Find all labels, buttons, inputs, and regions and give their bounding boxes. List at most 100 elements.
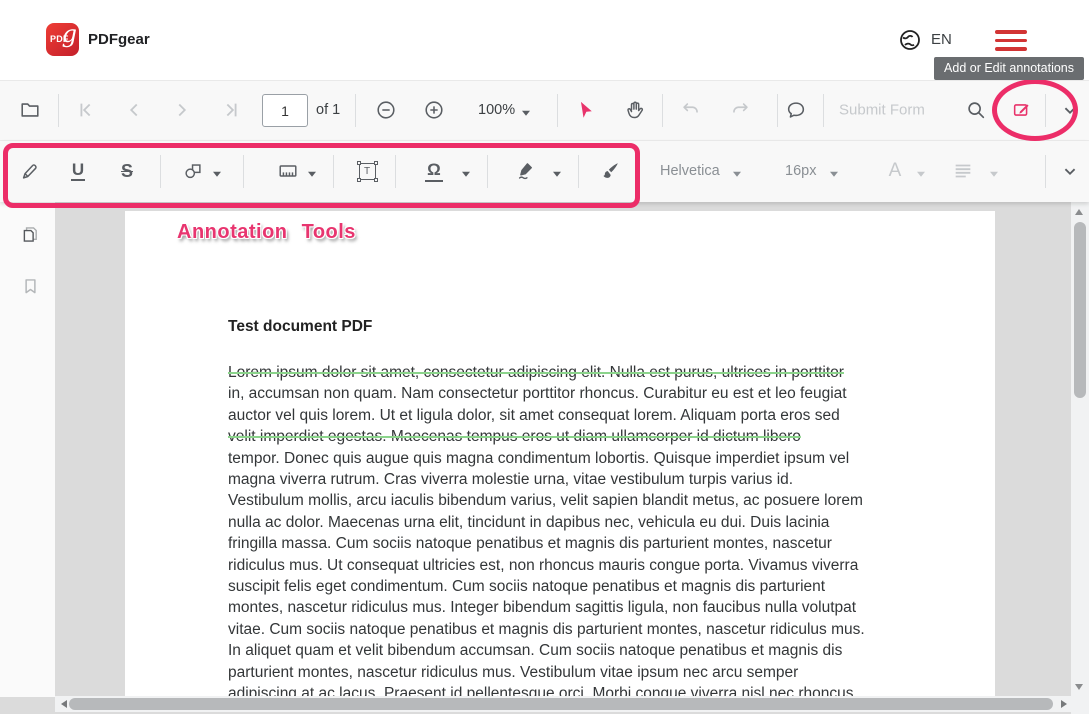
language-globe-icon[interactable] — [898, 28, 922, 52]
zoom-level-value[interactable]: 100% — [478, 102, 515, 118]
page-number-input[interactable] — [262, 94, 308, 127]
divider — [557, 94, 558, 127]
font-color-caret-icon[interactable] — [917, 164, 925, 182]
divider — [243, 155, 244, 188]
font-color-icon[interactable]: A — [881, 157, 909, 185]
search-icon[interactable] — [962, 96, 990, 124]
page-thumbnails-icon[interactable] — [17, 221, 43, 247]
scroll-up-arrow-icon[interactable] — [1075, 209, 1083, 215]
app-header: PDF g PDFgear EN — [0, 0, 1089, 81]
pdfgear-logo-icon: PDF g — [46, 23, 79, 56]
doc-line: fringilla massa. Cum sociis natoque pena… — [228, 533, 900, 554]
text-align-icon[interactable] — [949, 157, 977, 185]
tooltip-add-edit-annotations: Add or Edit annotations — [934, 57, 1084, 80]
scroll-right-arrow-icon[interactable] — [1061, 700, 1067, 708]
left-sidebar — [0, 202, 55, 697]
zoom-in-icon[interactable] — [420, 96, 448, 124]
doc-line: In aliquet quam et velit bibendum accums… — [228, 640, 900, 661]
menu-hamburger-icon[interactable] — [995, 30, 1027, 51]
zoom-out-icon[interactable] — [372, 96, 400, 124]
main-toolbar: of 1 100% — [0, 81, 1089, 141]
doc-line: in, accumsan non quam. Nam consectetur p… — [228, 383, 900, 404]
zoom-dropdown-caret-icon[interactable] — [522, 103, 530, 121]
bookmarks-icon[interactable] — [17, 273, 43, 299]
font-family-caret-icon[interactable] — [733, 164, 741, 182]
submit-form-button[interactable]: Submit Form — [839, 102, 925, 119]
doc-line: suscipit felis eget condimentum. Cum soc… — [228, 576, 900, 597]
stamp-icon[interactable]: Ω — [420, 157, 448, 185]
doc-lines: Lorem ipsum dolor sit amet, consectetur … — [228, 362, 900, 697]
select-cursor-icon[interactable] — [572, 96, 600, 124]
previous-page-icon[interactable] — [120, 96, 148, 124]
font-size-caret-icon[interactable] — [830, 164, 838, 182]
underline-icon[interactable]: U — [64, 157, 92, 185]
font-family-select[interactable]: Helvetica — [660, 163, 720, 179]
signature-icon[interactable] — [512, 157, 540, 185]
edit-annotations-icon[interactable] — [1008, 96, 1036, 124]
divider — [487, 155, 488, 188]
doc-line: parturient montes, nascetur ridiculus mu… — [228, 662, 900, 683]
document-heading: Test document PDF — [228, 318, 372, 336]
divider — [355, 94, 356, 127]
doc-line: Vestibulum mollis, arcu iaculis bibendum… — [228, 490, 900, 511]
scroll-left-arrow-icon[interactable] — [61, 700, 67, 708]
stamp-dropdown-caret-icon[interactable] — [462, 164, 470, 182]
horizontal-scrollbar[interactable] — [55, 696, 1071, 712]
vertical-scrollbar-thumb[interactable] — [1074, 222, 1086, 398]
undo-icon[interactable] — [677, 96, 705, 124]
doc-line: magna viverra rutrum. Cras viverra moles… — [228, 469, 900, 490]
pdf-page[interactable]: Annotation Tools Test document PDF Lorem… — [125, 211, 995, 697]
annotation-tools-callout-text: Annotation Tools — [177, 221, 356, 244]
doc-line: tempor. Donec quis augue quis magna cond… — [228, 448, 900, 469]
divider — [395, 155, 396, 188]
divider — [1045, 155, 1046, 188]
app-title: PDFgear — [88, 31, 150, 48]
scrollbar-corner — [1071, 696, 1089, 714]
doc-line: montes, nascetur ridiculus mus. Integer … — [228, 597, 900, 618]
first-page-icon[interactable] — [72, 96, 100, 124]
redo-icon[interactable] — [726, 96, 754, 124]
shapes-icon[interactable] — [179, 157, 207, 185]
hand-pan-icon[interactable] — [621, 96, 649, 124]
horizontal-scrollbar-thumb[interactable] — [69, 698, 1053, 710]
doc-line: auctor vel quis lorem. Ut et ligula dolo… — [228, 405, 900, 426]
language-selector[interactable]: EN — [931, 31, 952, 48]
divider — [662, 94, 663, 127]
image-icon[interactable] — [274, 157, 302, 185]
highlighter-pen-icon[interactable] — [16, 157, 44, 185]
annotation-bar-collapse-chevron-icon[interactable] — [1056, 157, 1084, 185]
document-viewport: Annotation Tools Test document PDF Lorem… — [0, 202, 1089, 714]
divider — [1045, 94, 1046, 127]
doc-line: nulla ac dolor. Maecenas urna elit, tinc… — [228, 512, 900, 533]
divider — [333, 155, 334, 188]
pdfgear-window: PDF g PDFgear EN Add or Edit annotations — [0, 0, 1089, 714]
strikethrough-icon[interactable]: S — [113, 157, 141, 185]
font-size-select[interactable]: 16px — [785, 163, 816, 179]
shapes-dropdown-caret-icon[interactable] — [213, 164, 221, 182]
brush-icon[interactable] — [596, 157, 624, 185]
open-file-icon[interactable] — [16, 96, 44, 124]
divider — [777, 94, 778, 127]
last-page-icon[interactable] — [217, 96, 245, 124]
logo-glyph: g — [62, 23, 77, 48]
next-page-icon[interactable] — [168, 96, 196, 124]
image-dropdown-caret-icon[interactable] — [308, 164, 316, 182]
page-count-label: of 1 — [316, 102, 340, 118]
comment-icon[interactable] — [782, 96, 810, 124]
annotation-toolbar: U S T Ω — [0, 141, 1089, 202]
toolbar-expand-chevron-icon[interactable] — [1056, 96, 1084, 124]
divider — [823, 94, 824, 127]
doc-line: velit imperdiet egestas. Maecenas tempus… — [228, 426, 900, 447]
doc-line: Lorem ipsum dolor sit amet, consectetur … — [228, 362, 900, 383]
doc-line: ridiculus mus. Ut consequat ultricies es… — [228, 555, 900, 576]
text-align-caret-icon[interactable] — [990, 164, 998, 182]
signature-dropdown-caret-icon[interactable] — [553, 164, 561, 182]
text-box-icon[interactable]: T — [353, 157, 381, 185]
scroll-down-arrow-icon[interactable] — [1075, 684, 1083, 690]
doc-line: vitae. Cum sociis natoque penatibus et m… — [228, 619, 900, 640]
divider — [58, 94, 59, 127]
doc-line: adipiscing at ac lacus. Praesent id pell… — [228, 683, 900, 697]
divider — [160, 155, 161, 188]
vertical-scrollbar[interactable] — [1071, 202, 1089, 696]
divider — [578, 155, 579, 188]
